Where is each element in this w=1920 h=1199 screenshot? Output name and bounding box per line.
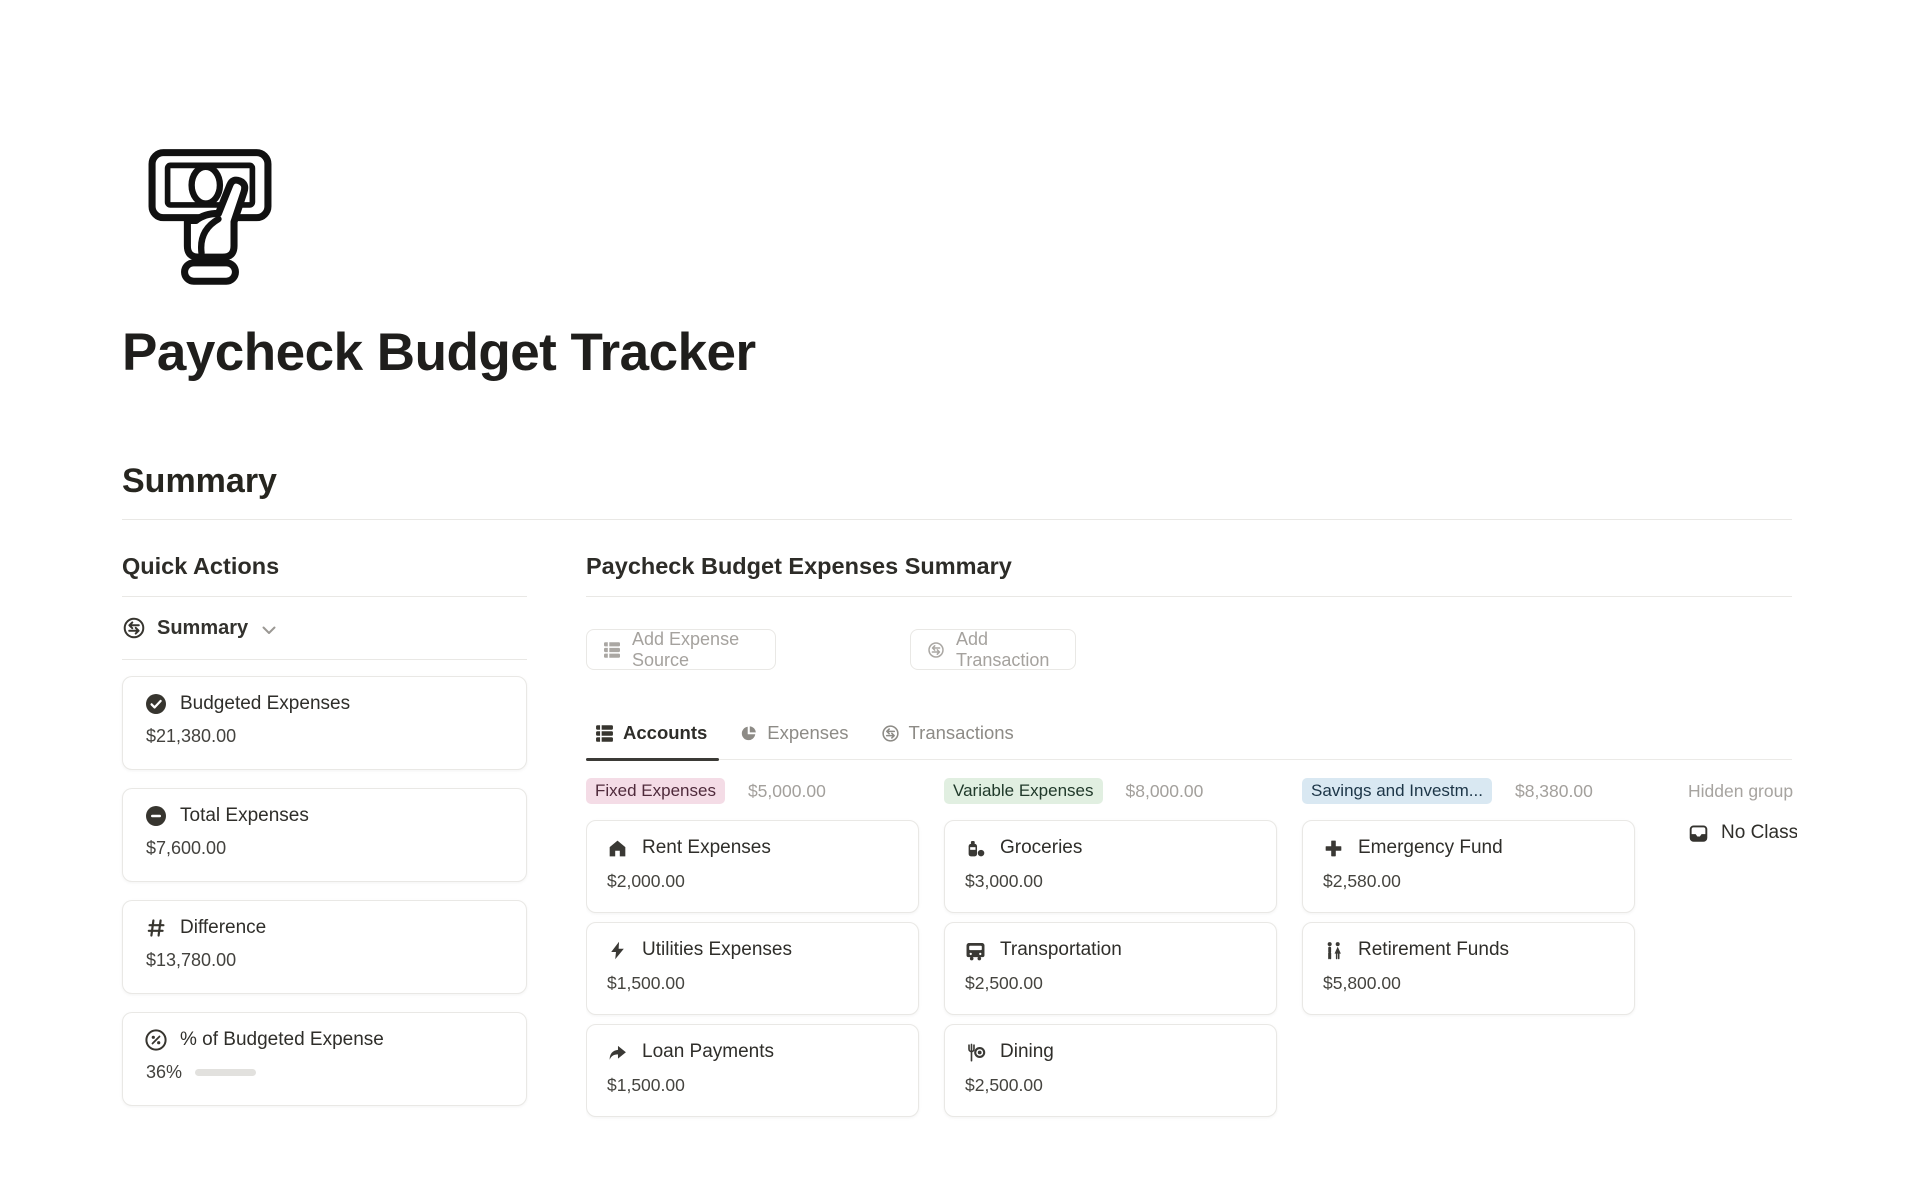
tab-label: Expenses [767, 722, 848, 744]
board-card-emergency-fund[interactable]: Emergency Fund $2,580.00 [1302, 820, 1635, 913]
groceries-icon [965, 838, 986, 859]
add-transaction-label: Add Transaction [956, 629, 1059, 671]
add-expense-source-label: Add Expense Source [632, 629, 759, 671]
add-transaction-button[interactable]: Add Transaction [910, 629, 1076, 670]
tab-transactions[interactable]: Transactions [869, 722, 1026, 759]
board-card-loan-payments[interactable]: Loan Payments $1,500.00 [586, 1024, 919, 1117]
stat-card-total-expenses: Total Expenses $7,600.00 [122, 788, 527, 882]
card-amount: $2,000.00 [607, 871, 898, 892]
progress-bar [195, 1069, 256, 1076]
hidden-group-no-classification[interactable]: No Classification [1688, 822, 1797, 844]
board-card-groceries[interactable]: Groceries $3,000.00 [944, 820, 1277, 913]
inbox-icon [1688, 823, 1709, 844]
money-hand-icon[interactable] [145, 138, 275, 286]
board-column-hidden-group: Hidden group No Classification [1660, 776, 1797, 1121]
card-amount: $2,500.00 [965, 973, 1256, 994]
chevron-down-icon [262, 626, 276, 635]
card-title: Dining [1000, 1041, 1054, 1063]
summary-card-list: Budgeted Expenses $21,380.00 Total Expen… [122, 676, 527, 1106]
card-title: Retirement Funds [1358, 939, 1509, 961]
hash-icon [145, 917, 167, 939]
board-column-savings-investments: Savings and Investm... $8,380.00 Emergen… [1302, 776, 1635, 1121]
page-canvas: Paycheck Budget Tracker Summary Quick Ac… [0, 0, 1920, 1199]
database-icon [603, 641, 621, 659]
stat-value: $13,780.00 [145, 950, 504, 971]
section-divider [122, 519, 1792, 520]
board-card-retirement-funds[interactable]: Retirement Funds $5,800.00 [1302, 922, 1635, 1015]
card-amount: $1,500.00 [607, 973, 898, 994]
hidden-group-item-label: No Classification [1721, 822, 1797, 844]
card-title: Emergency Fund [1358, 837, 1503, 859]
board-card-utilities-expenses[interactable]: Utilities Expenses $1,500.00 [586, 922, 919, 1015]
group-badge-variable-expenses[interactable]: Variable Expenses [944, 778, 1103, 804]
card-title: Rent Expenses [642, 837, 771, 859]
page-title: Paycheck Budget Tracker [122, 322, 756, 383]
minus-circle-icon [145, 805, 167, 827]
view-tabs: Accounts Expenses Transactions [586, 722, 1792, 760]
arrow-forward-icon [607, 1042, 628, 1063]
stat-value: 36% [145, 1062, 182, 1083]
expenses-summary-column: Paycheck Budget Expenses Summary Add Exp… [586, 540, 1797, 1121]
tab-accounts[interactable]: Accounts [586, 722, 719, 759]
percent-circle-icon [145, 1029, 167, 1051]
card-amount: $1,500.00 [607, 1075, 898, 1096]
check-circle-icon [145, 693, 167, 715]
pie-icon [739, 724, 758, 743]
transactions-swap-icon [122, 616, 146, 640]
bolt-icon [607, 940, 628, 961]
stat-label: Difference [180, 917, 266, 939]
card-amount: $2,500.00 [965, 1075, 1256, 1096]
card-title: Utilities Expenses [642, 939, 792, 961]
add-expense-source-button[interactable]: Add Expense Source [586, 629, 776, 670]
house-icon [607, 838, 628, 859]
card-title: Groceries [1000, 837, 1082, 859]
accounts-board: Fixed Expenses $5,000.00 Rent Expenses $… [586, 776, 1797, 1121]
quick-actions-heading: Quick Actions [122, 540, 527, 597]
card-amount: $5,800.00 [1323, 973, 1614, 994]
tab-label: Transactions [909, 722, 1014, 744]
board-card-dining[interactable]: Dining $2,500.00 [944, 1024, 1277, 1117]
board-card-transportation[interactable]: Transportation $2,500.00 [944, 922, 1277, 1015]
group-total: $8,380.00 [1515, 781, 1593, 802]
card-amount: $3,000.00 [965, 871, 1256, 892]
group-total: $8,000.00 [1126, 781, 1204, 802]
summary-section-heading: Summary [122, 462, 277, 501]
tab-expenses[interactable]: Expenses [727, 722, 860, 759]
stat-value: $7,600.00 [145, 838, 504, 859]
stat-card-budgeted-expenses: Budgeted Expenses $21,380.00 [122, 676, 527, 770]
quick-actions-column: Quick Actions Summary Budgeted Expenses … [122, 540, 527, 1106]
card-title: Transportation [1000, 939, 1122, 961]
card-amount: $2,580.00 [1323, 871, 1614, 892]
board-column-fixed-expenses: Fixed Expenses $5,000.00 Rent Expenses $… [586, 776, 919, 1121]
stat-value: $21,380.00 [145, 726, 504, 747]
plus-icon [1323, 838, 1344, 859]
hidden-group-label[interactable]: Hidden group [1688, 776, 1797, 806]
tab-label: Accounts [623, 722, 707, 744]
people-icon [1323, 940, 1344, 961]
group-badge-fixed-expenses[interactable]: Fixed Expenses [586, 778, 725, 804]
stat-card-percent-budgeted: % of Budgeted Expense 36% [122, 1012, 527, 1106]
stat-label: Total Expenses [180, 805, 309, 827]
dining-icon [965, 1042, 986, 1063]
stat-label: % of Budgeted Expense [180, 1029, 384, 1051]
card-title: Loan Payments [642, 1041, 774, 1063]
view-selector-summary[interactable]: Summary [122, 597, 527, 660]
board-card-rent-expenses[interactable]: Rent Expenses $2,000.00 [586, 820, 919, 913]
database-icon [595, 724, 614, 743]
transactions-swap-icon [881, 724, 900, 743]
stat-card-difference: Difference $13,780.00 [122, 900, 527, 994]
group-total: $5,000.00 [748, 781, 826, 802]
board-column-variable-expenses: Variable Expenses $8,000.00 Groceries $3… [944, 776, 1277, 1121]
quick-action-buttons-row: Add Expense Source Add Transaction [586, 629, 1797, 670]
expenses-summary-heading: Paycheck Budget Expenses Summary [586, 540, 1792, 597]
view-selector-label: Summary [157, 617, 248, 640]
group-badge-savings-investments[interactable]: Savings and Investm... [1302, 778, 1492, 804]
transactions-swap-icon [927, 641, 945, 659]
bus-icon [965, 940, 986, 961]
stat-label: Budgeted Expenses [180, 693, 350, 715]
